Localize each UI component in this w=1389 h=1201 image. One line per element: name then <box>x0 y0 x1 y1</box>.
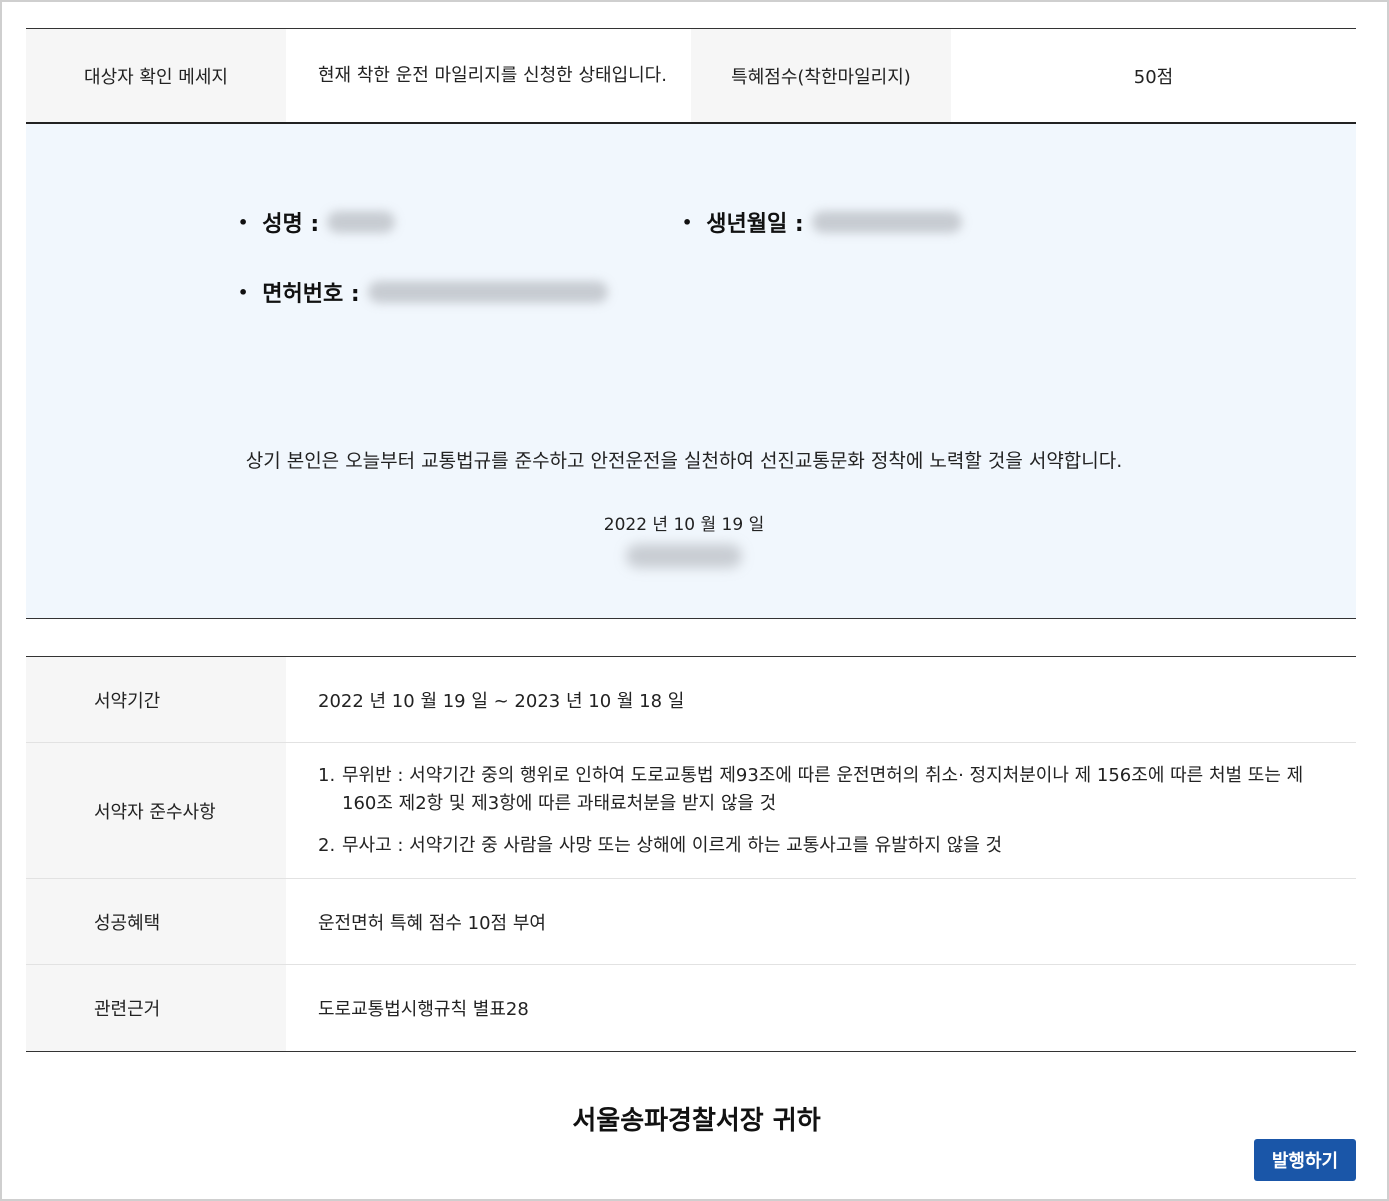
rule-text: 무사고 : 서약기간 중 사람을 사망 또는 상해에 이르게 하는 교통사고를 … <box>342 834 1003 856</box>
issue-button[interactable]: 발행하기 <box>1254 1139 1356 1181</box>
table-row: 관련근거 도로교통법시행규칙 별표28 <box>26 965 1356 1051</box>
signature-redacted <box>626 544 742 568</box>
message-label: 대상자 확인 메세지 <box>26 29 286 122</box>
list-item: 2. 무사고 : 서약기간 중 사람을 사망 또는 상해에 이르게 하는 교통사… <box>318 832 1316 860</box>
pledge-info-table: 서약기간 2022 년 10 월 19 일 ~ 2023 년 10 월 18 일… <box>26 656 1356 1052</box>
birth-field: • 생년월일 : <box>682 206 962 238</box>
name-label: 성명 : <box>262 212 320 237</box>
document-frame: 대상자 확인 메세지 현재 착한 운전 마일리지를 신청한 상태입니다. 특혜점… <box>0 0 1389 1201</box>
pledge-statement: 상기 본인은 오늘부터 교통법규를 준수하고 안전운전을 실천하여 선진교통문화… <box>245 450 1123 472</box>
basis-label: 관련근거 <box>26 965 286 1051</box>
bullet-icon: • <box>238 282 249 302</box>
birth-label: 생년월일 : <box>706 212 804 237</box>
rules-cell: 1. 무위반 : 서약기간 중의 행위로 인하여 도로교통법 제93조에 따른 … <box>286 743 1356 878</box>
rules-label: 서약자 준수사항 <box>26 743 286 878</box>
period-label: 서약기간 <box>26 657 286 742</box>
points-label: 특혜점수(착한마일리지) <box>691 29 951 122</box>
applicant-status-table: 대상자 확인 메세지 현재 착한 운전 마일리지를 신청한 상태입니다. 특혜점… <box>26 28 1356 124</box>
rule-number: 1. <box>318 764 336 786</box>
license-redacted <box>367 281 608 303</box>
table-row: 성공혜택 운전면허 특혜 점수 10점 부여 <box>26 879 1356 965</box>
bullet-icon: • <box>238 212 249 232</box>
name-field: • 성명 : <box>238 206 396 238</box>
name-redacted <box>327 211 396 233</box>
basis-value: 도로교통법시행규칙 별표28 <box>318 999 529 1020</box>
pledge-date: 2022 년 10 월 19 일 <box>603 515 765 535</box>
benefit-label: 성공혜택 <box>26 879 286 964</box>
rules-list: 1. 무위반 : 서약기간 중의 행위로 인하여 도로교통법 제93조에 따른 … <box>318 762 1356 860</box>
license-label: 면허번호 : <box>262 282 360 307</box>
birth-redacted <box>811 211 962 233</box>
pledge-box: • 성명 : • 생년월일 : • 면허번호 : 상기 본인은 오늘부터 교통법… <box>26 124 1356 619</box>
list-item: 1. 무위반 : 서약기간 중의 행위로 인하여 도로교통법 제93조에 따른 … <box>318 762 1316 818</box>
recipient-title: 서울송파경찰서장 귀하 <box>572 1106 821 1136</box>
bullet-icon: • <box>682 212 693 232</box>
rule-text: 무위반 : 서약기간 중의 행위로 인하여 도로교통법 제93조에 따른 운전면… <box>342 764 1304 814</box>
table-row: 서약자 준수사항 1. 무위반 : 서약기간 중의 행위로 인하여 도로교통법 … <box>26 743 1356 879</box>
period-value: 2022 년 10 월 19 일 ~ 2023 년 10 월 18 일 <box>318 690 685 712</box>
rule-number: 2. <box>318 834 336 856</box>
license-field: • 면허번호 : <box>238 276 608 308</box>
benefit-value: 운전면허 특혜 점수 10점 부여 <box>318 912 546 934</box>
message-value: 현재 착한 운전 마일리지를 신청한 상태입니다. <box>318 64 667 86</box>
points-value: 50점 <box>1133 66 1174 88</box>
table-row: 서약기간 2022 년 10 월 19 일 ~ 2023 년 10 월 18 일 <box>26 657 1356 743</box>
